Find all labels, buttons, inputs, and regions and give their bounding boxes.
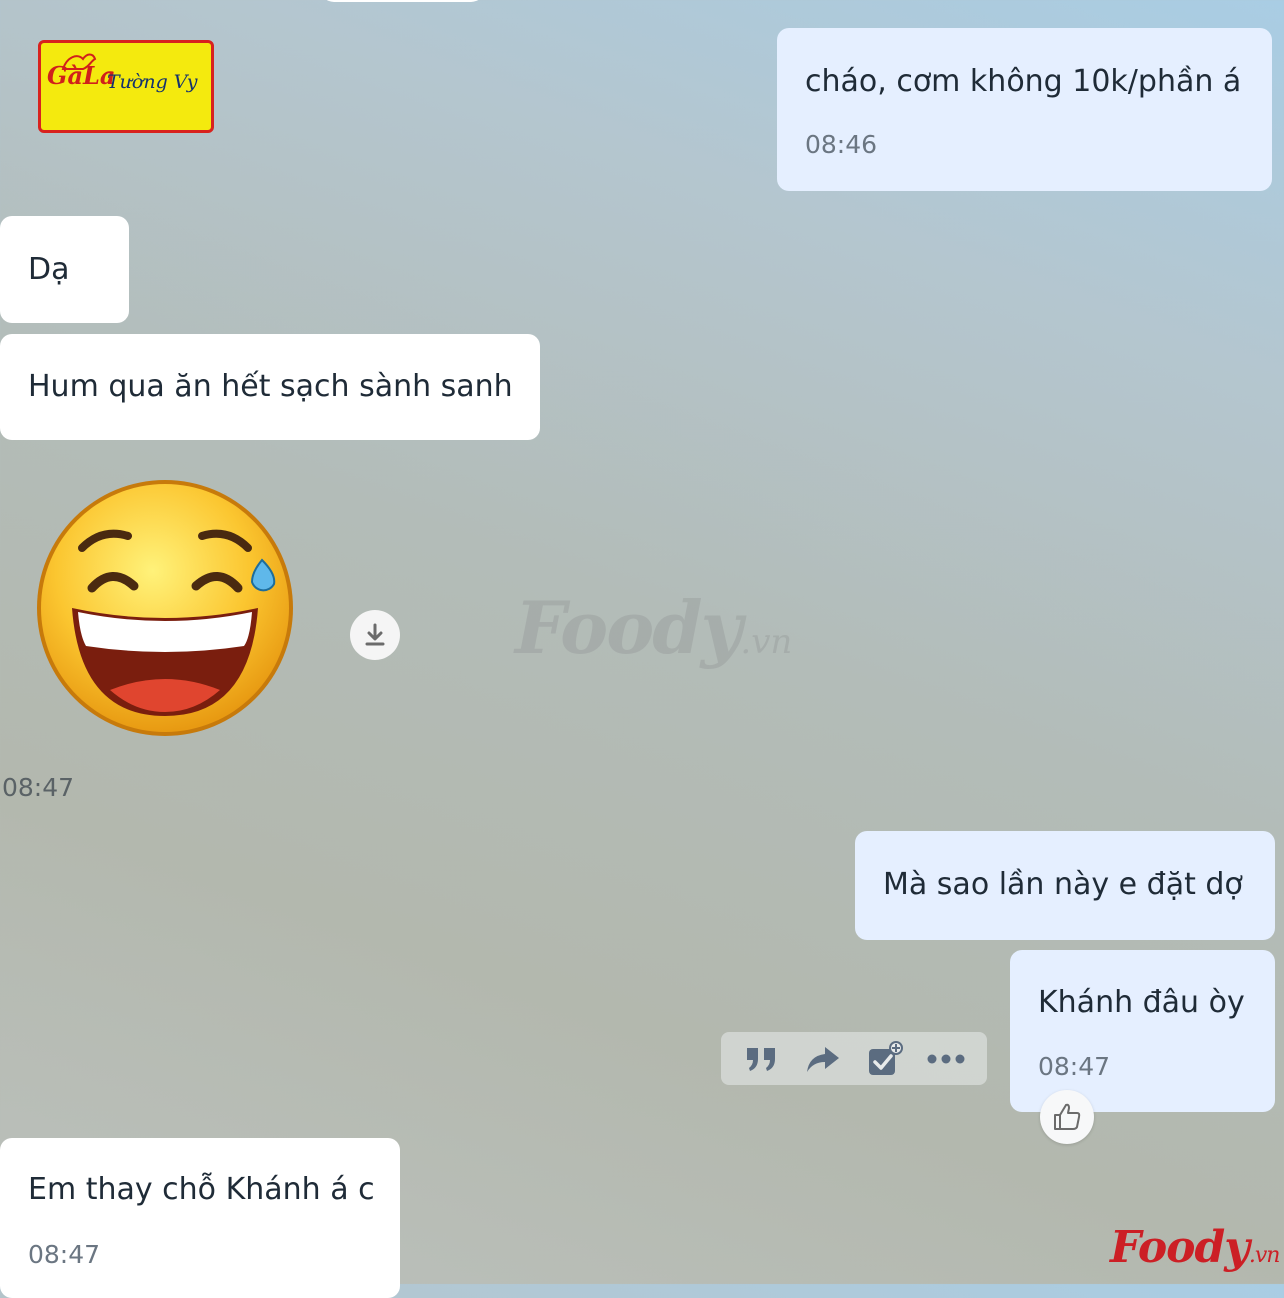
foody-brand-logo: Foody.vn [1110,1222,1281,1273]
message-bubble-outgoing[interactable]: Mà sao lần này e đặt dợ [855,831,1275,940]
message-time: 08:46 [805,130,878,159]
message-text: cháo, cơm không 10k/phần á [805,64,1242,99]
brand-main: Foody [1110,1222,1250,1273]
watermark-main: Foody [515,585,742,670]
message-text: Em thay chỗ Khánh á c [28,1172,375,1207]
message-text: Khánh đâu òy [1038,985,1245,1020]
logo-mark: GàLa [47,61,116,90]
forward-button[interactable] [803,1039,843,1079]
watermark-suffix: .vn [740,622,793,662]
brand-suffix: .vn [1248,1243,1281,1268]
message-action-bar [721,1032,987,1085]
mark-task-icon [868,1040,903,1075]
logo-name: Tường Vy [107,71,198,93]
more-button[interactable] [926,1039,966,1079]
download-icon [365,623,385,646]
restaurant-logo: GàLa Tường Vy [38,40,214,133]
message-text: Hum qua ăn hết sạch sành sanh [28,369,513,404]
laughing-tears-sticker[interactable] [30,478,300,740]
message-bubble-outgoing[interactable]: cháo, cơm không 10k/phần á 08:46 [777,28,1272,191]
forward-icon [807,1046,840,1072]
message-bubble-incoming[interactable]: Hum qua ăn hết sạch sành sanh [0,334,540,440]
message-bubble-incoming[interactable]: Em thay chỗ Khánh á c 08:47 [0,1138,400,1298]
thumbs-up-icon [1054,1103,1081,1130]
message-text: Dạ [28,252,70,287]
reaction-button[interactable] [1040,1090,1094,1144]
message-bubble-incoming[interactable]: Dạ [0,216,129,323]
quote-icon [746,1047,775,1071]
message-time: 08:47 [2,773,75,802]
mark-task-button[interactable] [865,1039,905,1079]
message-bubble-outgoing[interactable]: Khánh đâu òy 08:47 [1010,950,1275,1112]
message-text: Mà sao lần này e đặt dợ [883,867,1243,902]
message-time: 08:47 [28,1240,101,1269]
more-icon [927,1054,965,1063]
foody-watermark: Foody.vn [515,585,792,670]
message-time: 08:47 [1038,1052,1111,1081]
previous-message-bubble-edge [320,0,485,2]
quote-button[interactable] [742,1039,782,1079]
download-button[interactable] [350,610,400,660]
